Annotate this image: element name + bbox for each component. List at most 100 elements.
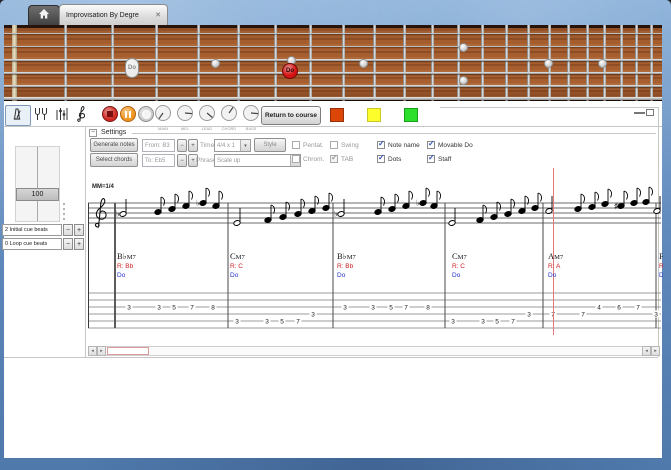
status-square-2[interactable] [367,108,381,122]
knob-main[interactable]: MAIN [154,104,172,131]
svg-text:6: 6 [617,304,621,311]
checkbox-box[interactable]: ✓ [377,155,385,163]
checkbox-dots[interactable]: ✓Dots [377,155,401,163]
checkbox-box[interactable]: ✓ [427,155,435,163]
inlay-dot [459,43,468,52]
stop-button[interactable] [102,106,118,122]
svg-text:3: 3 [654,311,658,318]
checkbox-label: Note name [388,142,420,149]
status-square-3[interactable] [404,108,418,122]
chord-root: R: F [659,262,663,271]
checkbox-box[interactable]: ✓ [330,155,338,163]
scroll-right-button-right-end[interactable]: ▸ [651,346,660,356]
chord-name: CM7 [230,252,245,262]
tuning-fork-icon[interactable] [33,106,49,122]
checkbox-box[interactable] [292,141,300,149]
knob-mel[interactable]: MEL [176,104,194,131]
to-note-field[interactable]: To: Eb5 [142,154,175,167]
checkbox-tab[interactable]: ✓TAB [330,155,353,163]
checkbox-chrom-[interactable]: Chrom. [292,155,324,163]
pause-button[interactable] [120,106,136,122]
select-chords-button[interactable]: Select chords [90,153,138,167]
checkbox-box[interactable]: ✓ [377,141,385,149]
tempo-slider-handle[interactable]: 100 [16,188,59,201]
tab-close-icon[interactable]: ✕ [155,11,161,19]
chord-label: B♭M7R: BbDo [117,252,136,280]
fretboard-top-edge [4,25,662,28]
phrase-dropdown[interactable]: Scale up ▾ [214,154,301,167]
string-display-icon[interactable] [54,106,70,122]
string-3 [4,59,662,61]
fret-13 [481,25,484,101]
fret-9 [373,25,376,101]
svg-text:7: 7 [581,311,585,318]
tempo-slider-track[interactable] [15,146,60,222]
stepper-minus-2[interactable]: − [63,238,73,250]
chord-root: R: Bb [117,262,136,271]
knob-label: LEAD [198,126,216,131]
svg-text:7: 7 [636,304,640,311]
toolbar-divider [4,126,662,127]
note-marker-do[interactable]: Do [125,58,139,78]
chord-solfege: Do [117,271,136,280]
fretboard[interactable]: Do Do [4,25,662,101]
checkbox-staff[interactable]: ✓Staff [427,155,451,163]
metronome-icon[interactable] [9,106,25,122]
stepper-plus-2[interactable]: + [74,238,84,250]
knob-bass[interactable]: BASS [242,104,260,131]
panel-handle-icon[interactable] [634,112,645,114]
to-minus-button[interactable]: − [177,154,187,167]
settings-collapse-toggle[interactable]: − [89,129,97,137]
staff-notation: ♭♭♭♭♯33578335733357833573774673 [88,183,663,358]
checkbox-box[interactable] [330,141,338,149]
checkbox-pentat-[interactable]: Pentat. [292,141,324,149]
svg-text:3: 3 [157,304,161,311]
style-button[interactable]: Style [254,138,286,152]
knob-lead[interactable]: LEAD [198,104,216,131]
from-minus-button[interactable]: − [177,139,187,152]
scroll-left-button[interactable]: ◂ [88,346,97,356]
checkbox-box[interactable] [292,155,300,163]
treble-clef-icon[interactable] [72,105,88,123]
svg-text:4: 4 [597,304,601,311]
checkbox-label: Movable Do [438,142,473,149]
stepper-minus-1[interactable]: − [63,224,73,236]
note-marker-do[interactable]: Do [282,63,298,79]
fret-21 [635,25,638,101]
status-square-1[interactable] [330,108,344,122]
inlay-dot [544,59,553,68]
scrollbar-thumb[interactable] [107,347,149,355]
chord-name: FM7 [659,252,663,262]
chord-name: CM7 [452,252,467,262]
fret-17 [567,25,570,101]
svg-text:5: 5 [172,304,176,311]
notation-panel[interactable]: MM=1/4 ♭♭♭♭♯33578335733357833573774673 B… [88,168,663,358]
svg-text:5: 5 [389,304,393,311]
string-2 [4,46,662,47]
stop-glyph [107,111,113,117]
home-tab[interactable] [28,5,60,26]
from-plus-button[interactable]: + [188,139,198,152]
checkbox-note-name[interactable]: ✓Note name [377,141,420,149]
chord-label: FM7R: FDo [659,252,663,280]
scroll-left-button-right-end[interactable]: ◂ [642,346,651,356]
score-scrollbar[interactable] [88,346,660,356]
right-panel-top-border [440,107,658,108]
panel-handle-box[interactable] [646,109,654,116]
tab-improvisation[interactable]: Improvisation By Degre ✕ [59,4,168,25]
stepper-label-2: 0 Loop cue beats [2,238,62,250]
time-dropdown[interactable]: 4/4 x 1 ▾ [214,139,251,152]
return-to-course-button[interactable]: Return to course [261,106,321,125]
stepper-plus-1[interactable]: + [74,224,84,236]
from-note-field[interactable]: From: B3 [142,139,175,152]
checkbox-box[interactable]: ✓ [427,141,435,149]
chord-solfege: Do [337,271,356,280]
knob-chord[interactable]: CHORD [220,104,238,131]
record-button[interactable] [138,106,154,122]
dropdown-arrow-icon[interactable]: ▾ [240,140,250,151]
checkbox-swing[interactable]: Swing [330,141,359,149]
fret-4 [197,25,200,101]
checkbox-movable-do[interactable]: ✓Movable Do [427,141,473,149]
scroll-right-button[interactable]: ▸ [97,346,106,356]
generate-notes-button[interactable]: Generate notes [90,138,138,152]
